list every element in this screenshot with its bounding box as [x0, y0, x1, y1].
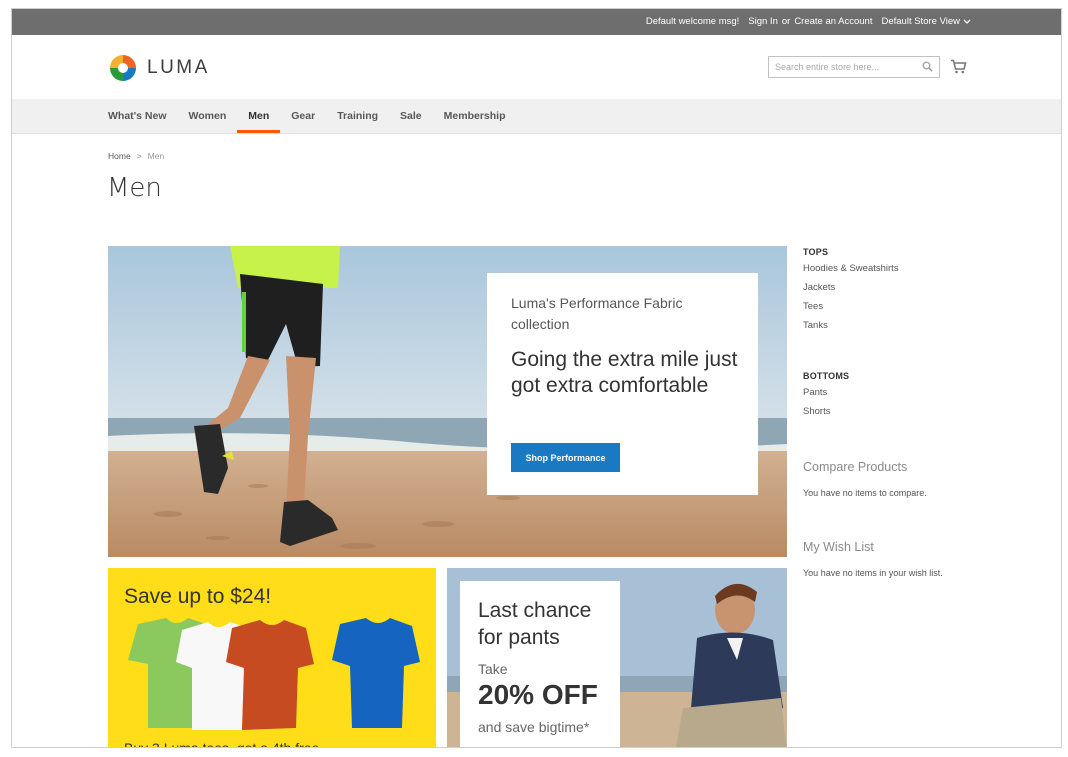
nav-membership[interactable]: Membership: [433, 99, 517, 133]
search-input[interactable]: Search entire store here...: [768, 56, 940, 78]
compare-products-block: Compare Products You have no items to co…: [803, 460, 1003, 498]
wishlist-title: My Wish List: [803, 540, 874, 554]
promo-pants-content: Last chance for pants Take 20% OFF and s…: [460, 581, 620, 747]
sign-in-link[interactable]: Sign In: [748, 16, 778, 27]
sidebar-link-hoodies[interactable]: Hoodies & Sweatshirts: [803, 263, 1003, 274]
promo-tees-text: Buy 3 Luma tees, get a 4th free: [124, 740, 320, 748]
create-account-link[interactable]: Create an Account: [794, 16, 872, 27]
promo-pants-banner[interactable]: Last chance for pants Take 20% OFF and s…: [447, 568, 787, 747]
nav-sale[interactable]: Sale: [389, 99, 433, 133]
category-tops: TOPS Hoodies & Sweatshirts Jackets Tees …: [803, 247, 1003, 339]
breadcrumb-home[interactable]: Home: [108, 151, 131, 161]
promo-tees-headline: Save up to $24!: [124, 585, 272, 608]
top-panel: Default welcome msg! Sign In or Create a…: [12, 9, 1061, 35]
hero-headline: Going the extra mile just got extra comf…: [511, 348, 738, 397]
welcome-message: Default welcome msg!: [645, 16, 740, 27]
store-switcher[interactable]: Default Store View: [881, 16, 971, 27]
wishlist-block: My Wish List You have no items in your w…: [803, 540, 1003, 578]
nav-men[interactable]: Men: [237, 99, 281, 133]
promo-pants-discount: 20% OFF: [478, 679, 598, 710]
promo-tees-banner[interactable]: Save up to $24! Buy 3 Luma tees, get a 4…: [108, 568, 436, 748]
site-header: LUMA Search entire store here...: [12, 35, 1061, 99]
search-icon[interactable]: [922, 61, 933, 72]
sidebar-link-pants[interactable]: Pants: [803, 387, 1003, 398]
nav-whats-new[interactable]: What's New: [108, 99, 178, 133]
bottoms-header: BOTTOMS: [803, 371, 850, 381]
store-view-label: Default Store View: [881, 16, 960, 27]
sidebar-link-tanks[interactable]: Tanks: [803, 320, 1003, 331]
sidebar-link-shorts[interactable]: Shorts: [803, 406, 1003, 417]
hero-subtitle: Luma's Performance Fabric collection: [511, 295, 683, 332]
logo-text: LUMA: [147, 57, 210, 78]
sidebar-link-tees[interactable]: Tees: [803, 301, 1003, 312]
wishlist-message: You have no items in your wish list.: [803, 568, 943, 578]
luma-logo[interactable]: LUMA: [108, 53, 210, 83]
tshirts-image: [128, 618, 420, 730]
nav-training[interactable]: Training: [326, 99, 389, 133]
cart-icon[interactable]: [950, 59, 967, 74]
chevron-down-icon: [963, 19, 971, 24]
sidebar-link-jackets[interactable]: Jackets: [803, 282, 1003, 293]
page-title: Men: [107, 173, 162, 203]
tops-header: TOPS: [803, 247, 829, 257]
breadcrumb-current: Men: [147, 151, 165, 161]
hero-content-box: Luma's Performance Fabric collection Goi…: [487, 273, 758, 495]
nav-women[interactable]: Women: [178, 99, 238, 133]
header-links: Default welcome msg! Sign In or Create a…: [646, 16, 971, 27]
breadcrumb: Home > Men: [108, 151, 164, 161]
compare-products-title: Compare Products: [803, 460, 908, 474]
search-placeholder: Search entire store here...: [775, 62, 880, 72]
category-bottoms: BOTTOMS Pants Shorts: [803, 371, 1003, 425]
compare-products-message: You have no items to compare.: [803, 488, 927, 498]
promo-pants-headline: Last chance for pants: [478, 599, 592, 649]
main-navigation: What's New Women Men Gear Training Sale …: [12, 99, 1061, 134]
nav-gear[interactable]: Gear: [280, 99, 326, 133]
luma-logo-icon: [110, 55, 136, 81]
or-text: or: [781, 16, 791, 27]
promo-pants-save: and save bigtime*: [478, 719, 590, 735]
browser-viewport: Default welcome msg! Sign In or Create a…: [11, 8, 1062, 748]
shop-performance-button[interactable]: Shop Performance: [511, 443, 620, 472]
hero-banner[interactable]: Luma's Performance Fabric collection Goi…: [108, 246, 787, 557]
promo-pants-take: Take: [478, 661, 508, 677]
breadcrumb-separator: >: [136, 151, 142, 161]
